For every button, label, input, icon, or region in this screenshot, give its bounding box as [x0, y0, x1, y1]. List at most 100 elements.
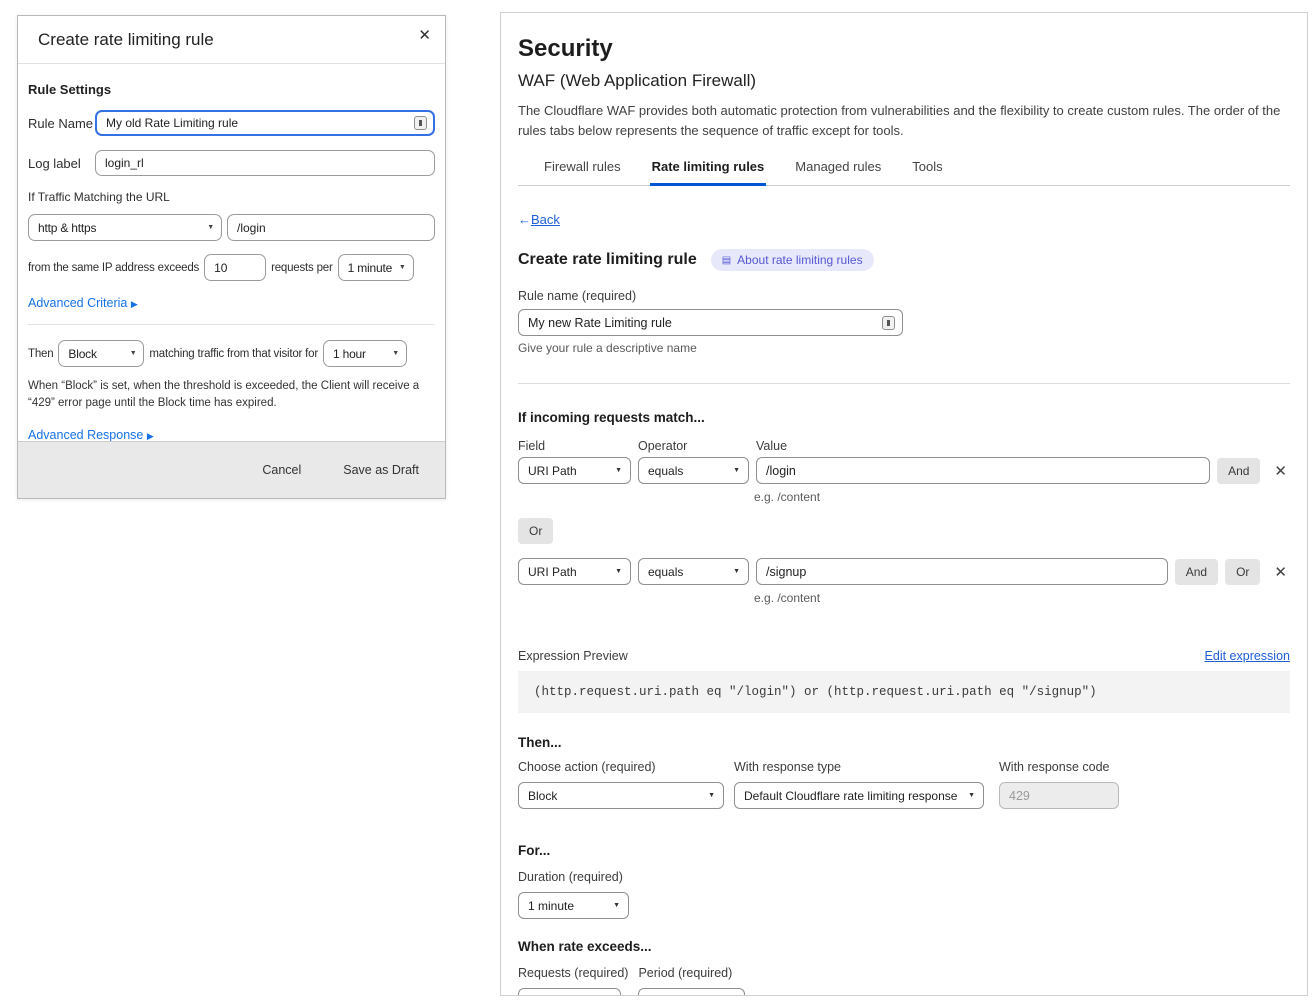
- dialog-header: Create rate limiting rule ✕: [18, 16, 445, 64]
- tab-firewall-rules[interactable]: Firewall rules: [542, 159, 623, 185]
- tab-rate-limiting-rules[interactable]: Rate limiting rules: [650, 159, 767, 186]
- url-input[interactable]: [227, 214, 435, 241]
- duration-select[interactable]: 1 minute ▼: [518, 892, 629, 919]
- threshold-prefix-text: from the same IP address exceeds: [28, 262, 199, 274]
- value-helper: e.g. /content: [754, 490, 1290, 504]
- rule-name-input[interactable]: [518, 309, 903, 336]
- form-title: Create rate limiting rule: [518, 251, 697, 269]
- scheme-select[interactable]: http & https ▼: [28, 214, 222, 241]
- dialog-body: Rule Settings Rule Name Log label If Tra…: [18, 64, 445, 490]
- dialog-title: Create rate limiting rule: [38, 30, 214, 50]
- remove-condition-icon[interactable]: ✕: [1271, 462, 1290, 480]
- url-match-row: http & https ▼: [28, 214, 435, 241]
- select-arrow-icon: ▼: [130, 350, 137, 357]
- or-button[interactable]: Or: [1225, 559, 1260, 585]
- rule-name-input[interactable]: [95, 110, 435, 136]
- response-type-label: With response type: [734, 760, 984, 774]
- waf-tabs: Firewall rules Rate limiting rules Manag…: [518, 159, 1290, 186]
- value-input[interactable]: [756, 457, 1210, 484]
- period-select[interactable]: 1 minute ▼: [638, 988, 745, 996]
- remove-condition-icon[interactable]: ✕: [1271, 563, 1290, 581]
- rule-name-row: Rule Name: [28, 110, 435, 136]
- edit-expression-link[interactable]: Edit expression: [1205, 649, 1290, 663]
- rule-name-helper: Give your rule a descriptive name: [518, 341, 1290, 355]
- tab-tools[interactable]: Tools: [910, 159, 944, 185]
- tab-managed-rules[interactable]: Managed rules: [793, 159, 883, 185]
- dialog-footer: Cancel Save as Draft: [18, 441, 445, 498]
- and-button[interactable]: And: [1217, 458, 1260, 484]
- traffic-match-label: If Traffic Matching the URL: [28, 190, 435, 204]
- then-label: Then: [28, 348, 53, 360]
- waf-description: The Cloudflare WAF provides both automat…: [518, 101, 1290, 141]
- select-arrow-icon: ▼: [399, 264, 406, 271]
- period-select[interactable]: 1 minute ▼: [338, 254, 414, 281]
- duration-label: Duration (required): [518, 870, 1290, 884]
- create-rate-limiting-rule-dialog: Create rate limiting rule ✕ Rule Setting…: [17, 15, 446, 499]
- field-column-label: Field: [518, 439, 638, 453]
- log-label-label: Log label: [28, 156, 95, 171]
- action-select[interactable]: Block ▼: [58, 340, 144, 367]
- action-select[interactable]: Block ▼: [518, 782, 724, 809]
- and-button[interactable]: And: [1175, 559, 1218, 585]
- close-icon[interactable]: ✕: [418, 28, 431, 43]
- cancel-button[interactable]: Cancel: [262, 463, 301, 477]
- operator-column-label: Operator: [638, 439, 756, 453]
- value-input[interactable]: [756, 558, 1168, 585]
- rate-section-title: When rate exceeds...: [518, 939, 1290, 954]
- operator-select[interactable]: equals ▼: [638, 457, 749, 484]
- log-label-input[interactable]: [95, 150, 435, 176]
- response-type-select[interactable]: Default Cloudflare rate limiting respons…: [734, 782, 984, 809]
- select-arrow-icon: ▼: [207, 224, 214, 231]
- expression-preview-label: Expression Preview: [518, 649, 628, 663]
- threshold-middle-text: requests per: [271, 262, 333, 274]
- select-arrow-icon: ▼: [615, 568, 622, 575]
- value-helper: e.g. /content: [754, 591, 1290, 605]
- field-select[interactable]: URI Path ▼: [518, 457, 631, 484]
- security-waf-panel: Security WAF (Web Application Firewall) …: [500, 12, 1308, 996]
- save-as-draft-button[interactable]: Save as Draft: [343, 463, 419, 477]
- match-section-title: If incoming requests match...: [518, 410, 1290, 425]
- advanced-criteria-link[interactable]: Advanced Criteria ▶: [28, 296, 138, 310]
- or-connector-button[interactable]: Or: [518, 518, 553, 544]
- operator-select[interactable]: equals ▼: [638, 558, 749, 585]
- threshold-input[interactable]: [204, 254, 266, 281]
- autofill-extension-icon: [882, 316, 895, 330]
- expression-code: (http.request.uri.path eq "/login") or (…: [518, 671, 1290, 713]
- then-middle-text: matching traffic from that visitor for: [149, 348, 318, 360]
- rule-settings-heading: Rule Settings: [28, 82, 435, 97]
- back-link[interactable]: ←Back: [518, 212, 560, 227]
- page-title: Security: [518, 35, 1290, 63]
- for-section-title: For...: [518, 843, 1290, 858]
- about-rate-limiting-badge[interactable]: ▤ About rate limiting rules: [711, 249, 874, 271]
- then-row: Then Block ▼ matching traffic from that …: [28, 340, 435, 367]
- rule-name-label: Rule Name: [28, 116, 95, 131]
- response-code-label: With response code: [999, 760, 1119, 774]
- section-divider: [518, 383, 1290, 384]
- choose-action-label: Choose action (required): [518, 760, 724, 774]
- block-duration-select[interactable]: 1 hour ▼: [323, 340, 407, 367]
- rule-name-label: Rule name (required): [518, 289, 1290, 303]
- advanced-response-link[interactable]: Advanced Response ▶: [28, 428, 154, 442]
- period-label: Period (required): [638, 966, 745, 980]
- then-section-title: Then...: [518, 735, 1290, 750]
- expander-triangle-icon: ▶: [131, 299, 138, 309]
- select-arrow-icon: ▼: [968, 792, 975, 799]
- threshold-row: from the same IP address exceeds request…: [28, 254, 435, 281]
- value-column-label: Value: [756, 439, 787, 453]
- response-code-input: [999, 782, 1119, 809]
- condition-row: URI Path ▼ equals ▼ And ✕: [518, 457, 1290, 484]
- select-arrow-icon: ▼: [613, 902, 620, 909]
- requests-input[interactable]: [518, 988, 621, 996]
- page-subtitle: WAF (Web Application Firewall): [518, 71, 1290, 91]
- log-label-row: Log label: [28, 150, 435, 176]
- autofill-extension-icon: [414, 116, 427, 130]
- field-select[interactable]: URI Path ▼: [518, 558, 631, 585]
- select-arrow-icon: ▼: [615, 467, 622, 474]
- select-arrow-icon: ▼: [733, 467, 740, 474]
- expander-triangle-icon: ▶: [147, 431, 154, 441]
- doc-icon: ▤: [722, 255, 731, 266]
- select-arrow-icon: ▼: [733, 568, 740, 575]
- select-arrow-icon: ▼: [708, 792, 715, 799]
- divider: [28, 324, 435, 325]
- back-arrow-icon: ←: [518, 212, 531, 227]
